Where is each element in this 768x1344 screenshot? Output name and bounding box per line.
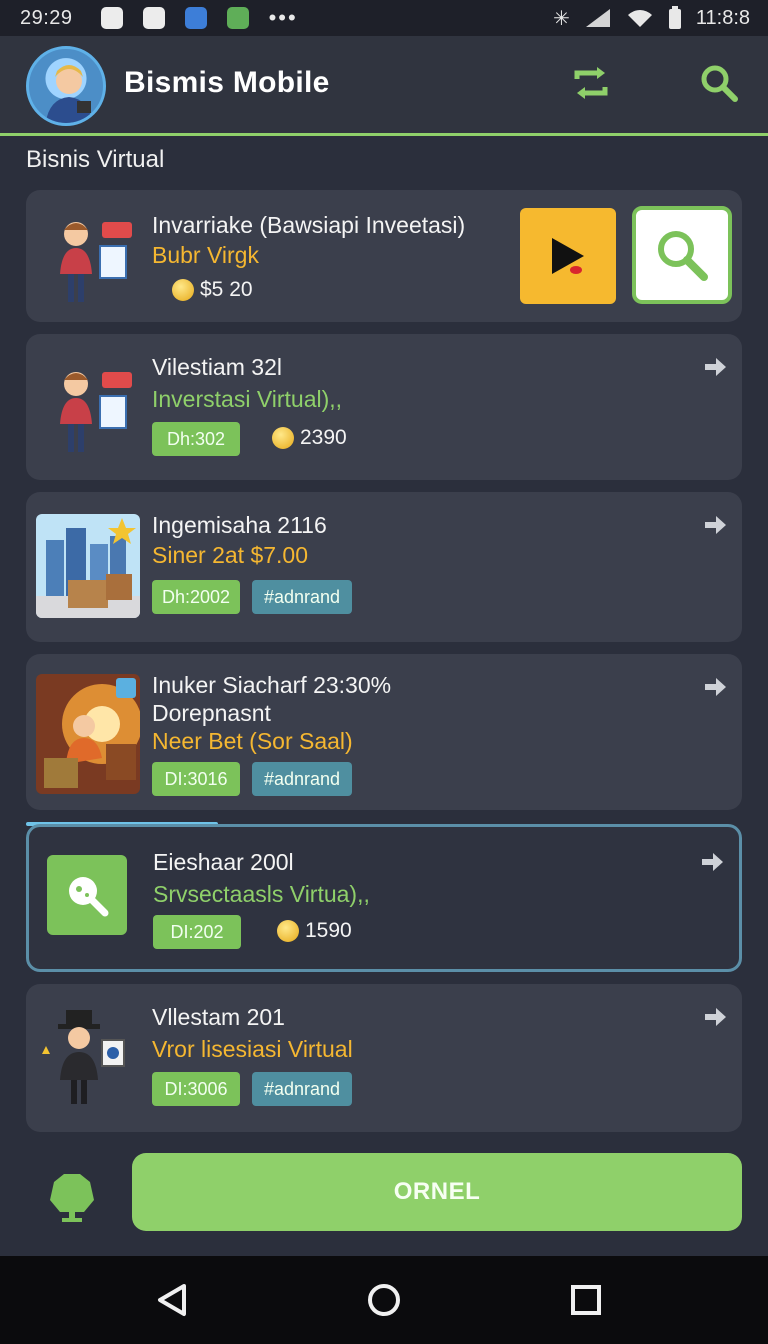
notification-app-icon xyxy=(226,7,249,29)
arrow-right-icon[interactable] xyxy=(702,512,728,538)
business-card-selected[interactable]: Eieshaar 200l Srvsectaasls Virtua),, DI:… xyxy=(26,824,742,972)
coin-amount: 2390 xyxy=(300,426,347,449)
card-title: Vllestam 201 xyxy=(152,1004,285,1030)
primary-action-button[interactable]: ORNEL xyxy=(132,1153,742,1231)
id-badge: DI:3016 xyxy=(152,762,240,796)
id-badge: Dh:302 xyxy=(152,422,240,456)
signal-icon xyxy=(585,9,610,27)
search-icon xyxy=(701,65,738,102)
coin-amount: 1590 xyxy=(305,919,352,942)
card-thumbnail xyxy=(36,514,140,618)
avatar[interactable] xyxy=(26,46,106,126)
arrow-right-icon[interactable] xyxy=(702,1004,728,1030)
more-notifications-icon: ••• xyxy=(268,5,298,30)
home-icon xyxy=(368,1284,400,1316)
wifi-icon xyxy=(627,10,652,27)
play-icon xyxy=(552,238,584,274)
section-title: Bisnis Virtual xyxy=(26,146,165,173)
home-button[interactable] xyxy=(362,1278,406,1322)
android-bot-icon[interactable] xyxy=(44,1168,100,1224)
search-icon xyxy=(69,877,109,917)
card-subtitle: Vror lisesiasi Virtual xyxy=(152,1036,353,1062)
play-button[interactable] xyxy=(520,208,616,304)
card-thumbnail xyxy=(36,354,140,458)
bluetooth-icon: ✳ xyxy=(553,7,570,30)
card-title: Vilestiam 32l xyxy=(152,354,282,380)
refresh-button[interactable] xyxy=(566,58,616,108)
card-thumbnail xyxy=(36,1006,140,1110)
card-subtitle: Neer Bet (Sor Saal) xyxy=(152,728,353,754)
coin-icon xyxy=(172,279,194,301)
card-subtitle: Inverstasi Virtual),, xyxy=(152,386,343,412)
status-bar: 29:29 ••• ✳ 11:8:8 xyxy=(0,0,768,36)
app-bar: Bismis Mobile xyxy=(0,36,768,136)
id-badge: DI:3006 xyxy=(152,1072,240,1106)
card-thumbnail xyxy=(36,674,140,794)
card-subtitle: Bubr Virgk xyxy=(152,242,259,268)
search-button[interactable] xyxy=(694,58,744,108)
card-title: Eieshaar 200l xyxy=(153,849,294,875)
search-icon xyxy=(658,231,708,281)
coin-value: 1590 xyxy=(277,919,352,943)
notification-app-icon xyxy=(100,7,123,29)
card-title: Ingemisaha 2116 xyxy=(152,512,327,538)
notification-app-icon xyxy=(184,7,207,29)
notification-app-icon xyxy=(142,7,165,29)
card-thumbnail xyxy=(36,204,140,308)
business-card[interactable]: Vllestam 201 Vror lisesiasi Virtual DI:3… xyxy=(26,984,742,1132)
search-card-button[interactable] xyxy=(632,206,732,304)
card-subtitle: Srvsectaasls Virtua),, xyxy=(153,881,370,907)
recents-button[interactable] xyxy=(564,1278,608,1322)
coin-amount: $5 20 xyxy=(200,278,253,301)
business-card[interactable]: Vilestiam 32l Inverstasi Virtual),, Dh:3… xyxy=(26,334,742,480)
back-icon xyxy=(158,1284,186,1316)
app-title: Bismis Mobile xyxy=(124,66,330,99)
coin-icon xyxy=(277,920,299,942)
tag-badge: #adnrand xyxy=(252,580,352,614)
business-card[interactable]: Ingemisaha 2116 Siner 2at $7.00 Dh:2002 … xyxy=(26,492,742,642)
business-card[interactable]: Invarriake (Bawsiapi Inveetasi) Bubr Vir… xyxy=(26,190,742,322)
card-title: Invarriake (Bawsiapi Inveetasi) xyxy=(152,212,466,238)
tag-badge: #adnrand xyxy=(252,1072,352,1106)
recents-icon xyxy=(571,1285,601,1315)
coin-value: $5 20 xyxy=(172,278,253,302)
refresh-icon xyxy=(574,67,608,99)
card-title: Inuker Siacharf 23:30% xyxy=(152,672,392,698)
business-card[interactable]: Inuker Siacharf 23:30% Dorepnasnt Neer B… xyxy=(26,654,742,810)
coin-icon xyxy=(272,427,294,449)
back-button[interactable] xyxy=(150,1278,194,1322)
card-description: Dorepnasnt xyxy=(152,700,271,726)
status-clock: 11:8:8 xyxy=(695,6,750,29)
battery-icon xyxy=(668,6,681,29)
coin-value: 2390 xyxy=(272,426,347,450)
arrow-right-icon[interactable] xyxy=(699,849,725,875)
status-time: 29:29 xyxy=(20,6,73,29)
arrow-right-icon[interactable] xyxy=(702,354,728,380)
arrow-right-icon[interactable] xyxy=(702,674,728,700)
card-thumbnail xyxy=(47,855,127,935)
system-nav-bar xyxy=(0,1256,768,1344)
tag-badge: #adnrand xyxy=(252,762,352,796)
card-subtitle: Siner 2at $7.00 xyxy=(152,542,309,568)
id-badge: DI:202 xyxy=(153,915,241,949)
id-badge: Dh:2002 xyxy=(152,580,240,614)
